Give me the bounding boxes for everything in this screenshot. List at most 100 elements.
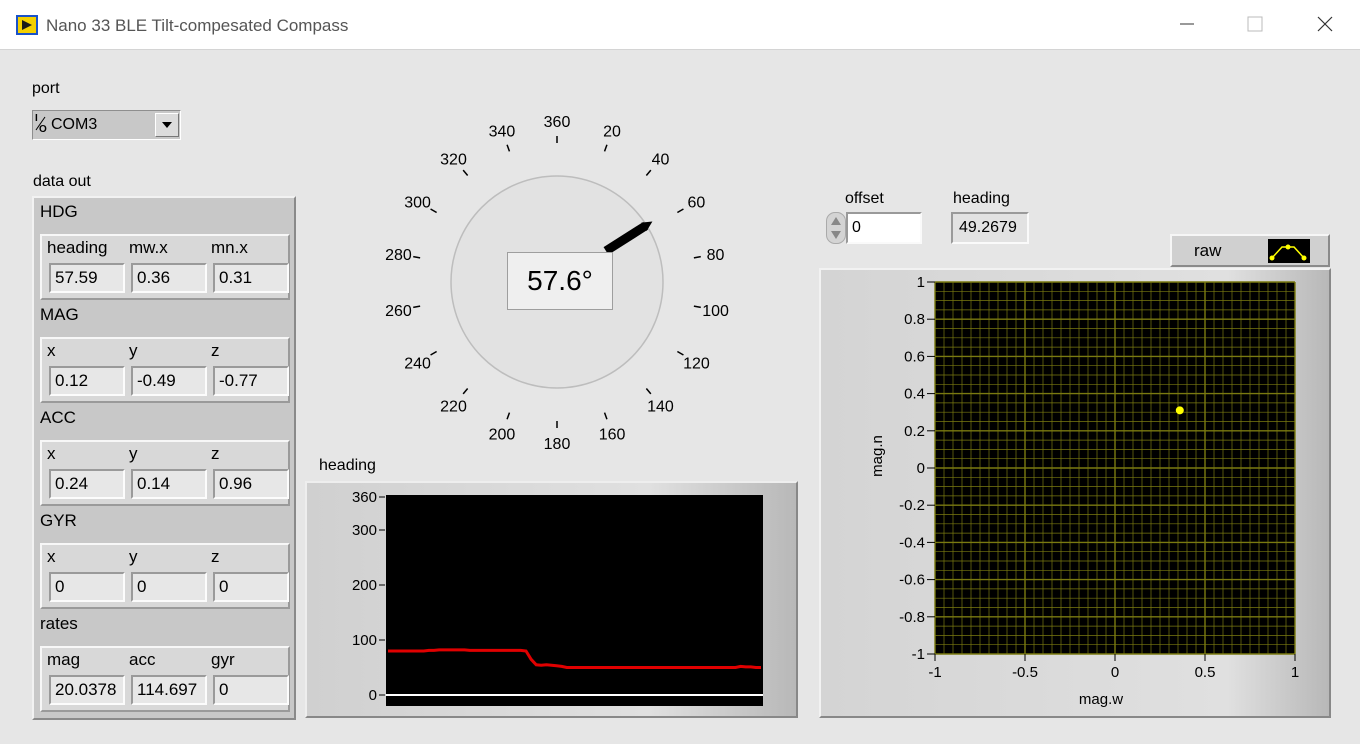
window-title: Nano 33 BLE Tilt-compesated Compass bbox=[46, 16, 349, 35]
port-label: port bbox=[32, 80, 60, 97]
heading-indicator-label: heading bbox=[953, 190, 1010, 207]
field-label: x bbox=[47, 444, 56, 463]
gauge-tick-label: 140 bbox=[647, 398, 674, 415]
heading-indicator: 49.2679 bbox=[951, 212, 1029, 244]
numeric-indicator: -0.49 bbox=[131, 366, 207, 396]
numeric-indicator: 0 bbox=[213, 675, 289, 705]
gauge-tick bbox=[430, 350, 437, 356]
gauge-tick bbox=[430, 208, 437, 214]
gauge-tick bbox=[603, 412, 608, 420]
legend-series-name: raw bbox=[1194, 241, 1222, 260]
plot-style-icon[interactable] bbox=[1268, 239, 1310, 263]
plot-legend[interactable]: raw bbox=[1170, 234, 1330, 267]
close-icon[interactable] bbox=[1313, 12, 1337, 36]
field-label: acc bbox=[129, 650, 156, 669]
gauge-tick-label: 180 bbox=[544, 436, 571, 453]
minimize-icon[interactable] bbox=[1175, 12, 1199, 36]
svg-text:I: I bbox=[35, 113, 38, 124]
dropdown-button[interactable] bbox=[155, 113, 179, 137]
gauge-tick bbox=[462, 169, 469, 177]
numeric-indicator: 0.36 bbox=[131, 263, 207, 293]
field-label: y bbox=[129, 341, 138, 360]
subcluster: x 0.24 y 0.14 z 0.96 bbox=[40, 440, 290, 506]
y-tick-label: 100 bbox=[352, 632, 377, 649]
gauge-tick bbox=[693, 255, 701, 259]
gauge-tick bbox=[462, 387, 469, 395]
io-icon: I O bbox=[34, 112, 48, 136]
offset-control[interactable]: 0 bbox=[826, 212, 922, 244]
gauge-tick bbox=[413, 305, 421, 309]
xy-graph: 1 0.8 0.6 0.4 0.2 0 -0.2 -0.4 -0.6 -0.8 -1-1 -0.5 0 0… bbox=[869, 274, 1299, 708]
gauge-readout: 57.6° bbox=[507, 252, 613, 310]
gauge-tick-label: 80 bbox=[707, 247, 725, 264]
y-tick-label: 360 bbox=[352, 489, 377, 506]
numeric-indicator: 57.59 bbox=[49, 263, 125, 293]
port-selector[interactable]: I O COM3 bbox=[32, 110, 181, 140]
field-label: mn.x bbox=[211, 238, 248, 257]
field-label: z bbox=[211, 547, 220, 566]
title-bar: Nano 33 BLE Tilt-compesated Compass bbox=[0, 0, 1360, 50]
gauge-tick-label: 220 bbox=[440, 398, 467, 415]
gauge-tick-label: 120 bbox=[683, 356, 710, 373]
gauge-tick bbox=[645, 387, 652, 395]
x-tick-label: 0.5 bbox=[1195, 664, 1216, 681]
gauge-tick-label: 360 bbox=[544, 114, 571, 131]
port-value[interactable]: COM3 bbox=[49, 114, 154, 136]
gauge-tick-label: 100 bbox=[702, 303, 729, 320]
y-tick-label: 200 bbox=[352, 577, 377, 594]
field-label: y bbox=[129, 547, 138, 566]
section-title: HDG bbox=[40, 202, 78, 221]
plot-area bbox=[386, 495, 763, 706]
subcluster: x0y0z0 bbox=[40, 543, 290, 609]
numeric-indicator: 0 bbox=[213, 572, 289, 602]
field-label: mw.x bbox=[129, 238, 168, 257]
y-tick-label: 0 bbox=[917, 460, 925, 477]
gauge-tick bbox=[603, 144, 608, 152]
y-axis-label: mag.n bbox=[869, 435, 886, 477]
field-label: heading bbox=[47, 238, 108, 257]
data-out-label: data out bbox=[33, 173, 91, 190]
field-label: gyr bbox=[211, 650, 235, 669]
gauge-tick-label: 60 bbox=[688, 195, 706, 212]
gauge-tick-label: 20 bbox=[603, 124, 621, 141]
field-label: y bbox=[129, 444, 138, 463]
offset-label: offset bbox=[845, 190, 884, 207]
numeric-indicator: 114.697 bbox=[131, 675, 207, 705]
numeric-indicator: 0 bbox=[131, 572, 207, 602]
labview-app-icon bbox=[16, 15, 38, 35]
gauge-tick bbox=[693, 305, 701, 309]
numeric-indicator: 20.0378 bbox=[49, 675, 125, 705]
numeric-indicator: 0.12 bbox=[49, 366, 125, 396]
heading-chart: 0 100 200 300 360 bbox=[352, 489, 763, 706]
numeric-indicator: 0.96 bbox=[213, 469, 289, 499]
x-tick-label: -0.5 bbox=[1012, 664, 1038, 681]
y-tick-label: 300 bbox=[352, 522, 377, 539]
xy-data-point bbox=[1175, 406, 1184, 415]
maximize-icon[interactable] bbox=[1243, 12, 1267, 36]
gauge-tick bbox=[506, 412, 511, 420]
gauge-tick-label: 240 bbox=[404, 356, 431, 373]
field-label: z bbox=[211, 341, 220, 360]
field-label: z bbox=[211, 444, 220, 463]
subcluster: mag 20.0378 acc 114.697 gyr 0 bbox=[40, 646, 290, 712]
section-title: GYR bbox=[40, 511, 77, 530]
numeric-indicator: 0 bbox=[49, 572, 125, 602]
y-tick-label: 0 bbox=[369, 687, 377, 704]
y-tick-label: 1 bbox=[917, 274, 925, 291]
gauge-tick-label: 260 bbox=[385, 303, 412, 320]
heading-chart-label: heading bbox=[319, 457, 376, 474]
increment-decrement-icon[interactable] bbox=[826, 212, 846, 244]
gauge-tick bbox=[506, 144, 511, 152]
gauge-tick bbox=[645, 169, 652, 177]
section-title: ACC bbox=[40, 408, 76, 427]
numeric-indicator: 0.24 bbox=[49, 469, 125, 499]
subcluster: x 0.12 y -0.49 z -0.77 bbox=[40, 337, 290, 403]
svg-text:O: O bbox=[39, 124, 47, 134]
section-title: rates bbox=[40, 614, 78, 633]
section-title: MAG bbox=[40, 305, 79, 324]
y-tick-label: 0.4 bbox=[904, 386, 925, 403]
field-label: x bbox=[47, 547, 56, 566]
offset-input[interactable]: 0 bbox=[846, 212, 922, 244]
gauge-tick bbox=[677, 350, 684, 356]
x-tick-label: 0 bbox=[1111, 664, 1119, 681]
